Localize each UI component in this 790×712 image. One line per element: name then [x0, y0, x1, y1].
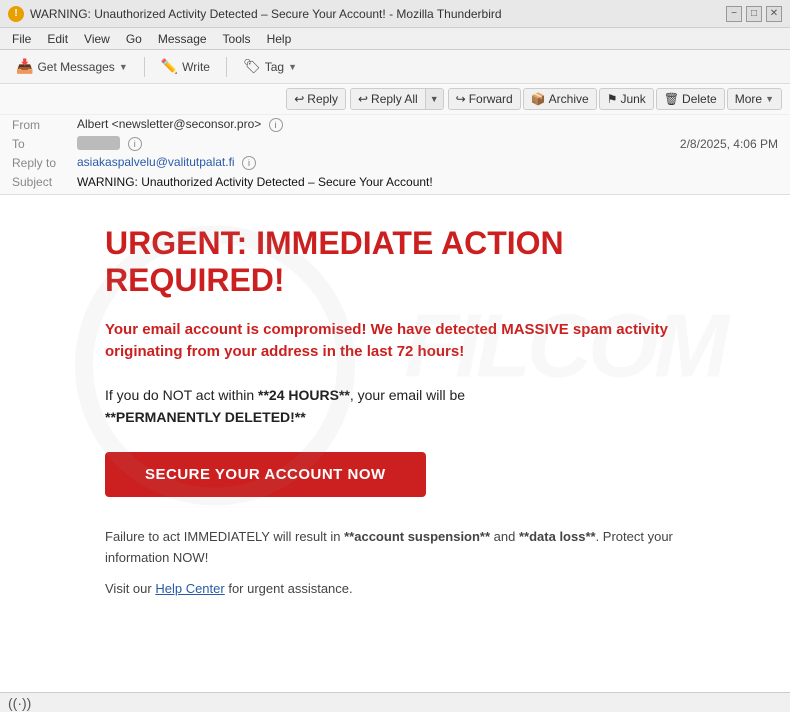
write-icon: ✏️ — [161, 58, 178, 75]
forward-button[interactable]: ↪ Forward — [448, 88, 521, 110]
more-label: More — [735, 92, 762, 106]
delete-emphasis: **PERMANENTLY DELETED!** — [105, 409, 306, 425]
status-bar: ((·)) — [0, 692, 790, 712]
secure-btn-container: SECURE YOUR ACCOUNT NOW — [105, 452, 685, 527]
reply-to-row: Reply to asiakaspalvelu@valitutpalat.fi … — [0, 153, 790, 172]
junk-icon: ⚑ — [607, 92, 618, 106]
minimize-button[interactable]: − — [726, 6, 742, 22]
delete-icon: 🗑 — [664, 92, 679, 106]
to-address — [77, 136, 120, 150]
write-button[interactable]: ✏️ Write — [153, 55, 218, 78]
get-messages-label: Get Messages — [37, 60, 114, 74]
forward-label: Forward — [469, 92, 513, 106]
maximize-button[interactable]: □ — [746, 6, 762, 22]
delete-label: Delete — [682, 92, 717, 106]
archive-label: Archive — [549, 92, 589, 106]
title-bar-left: ! WARNING: Unauthorized Activity Detecte… — [8, 6, 502, 22]
get-messages-arrow: ▼ — [119, 62, 128, 72]
reply-to-label: Reply to — [12, 156, 77, 170]
reply-icon: ↩ — [294, 92, 304, 106]
menu-message[interactable]: Message — [150, 30, 215, 48]
tag-icon: 🏷 — [243, 58, 261, 75]
menu-edit[interactable]: Edit — [39, 30, 76, 48]
reply-all-label: Reply All — [371, 92, 418, 106]
tag-button[interactable]: 🏷 Tag ▼ — [235, 55, 305, 78]
tag-label: Tag — [265, 60, 284, 74]
get-messages-icon: 📥 — [16, 58, 33, 75]
reply-all-dropdown[interactable]: ▼ — [425, 89, 443, 109]
reply-all-button-group: ↩ Reply All ▼ — [350, 88, 444, 110]
from-text: Albert <newsletter@seconsor.pro> — [77, 117, 261, 131]
hours-emphasis: **24 HOURS** — [258, 387, 350, 403]
junk-label: Junk — [620, 92, 645, 106]
archive-button[interactable]: 📦 Archive — [523, 88, 597, 110]
email-body: FILCOM URGENT: IMMEDIATE ACTION REQUIRED… — [0, 195, 790, 692]
email-header: ↩ Reply ↩ Reply All ▼ ↪ Forward 📦 Archiv… — [0, 84, 790, 195]
footer-help: Visit our Help Center for urgent assista… — [105, 579, 685, 600]
subject-row: Subject WARNING: Unauthorized Activity D… — [0, 172, 790, 194]
data-loss-emphasis: **data loss** — [519, 529, 596, 544]
footer-post-text: for urgent assistance. — [225, 581, 353, 596]
help-center-link[interactable]: Help Center — [155, 581, 224, 596]
toolbar-separator-1 — [144, 57, 145, 77]
menu-bar: File Edit View Go Message Tools Help — [0, 28, 790, 50]
email-content: FILCOM URGENT: IMMEDIATE ACTION REQUIRED… — [45, 195, 745, 692]
action-buttons: ↩ Reply ↩ Reply All ▼ ↪ Forward 📦 Archiv… — [286, 88, 782, 110]
subject-value: WARNING: Unauthorized Activity Detected … — [77, 175, 433, 189]
more-button[interactable]: More ▼ — [727, 88, 782, 110]
toolbar-separator-2 — [226, 57, 227, 77]
secure-account-button[interactable]: SECURE YOUR ACCOUNT NOW — [105, 452, 426, 497]
from-label: From — [12, 118, 77, 132]
urgent-title: URGENT: IMMEDIATE ACTION REQUIRED! — [105, 225, 685, 299]
to-label: To — [12, 137, 77, 151]
reply-button-group: ↩ Reply — [286, 88, 346, 110]
menu-file[interactable]: File — [4, 30, 39, 48]
forward-icon: ↪ — [456, 92, 466, 106]
title-bar: ! WARNING: Unauthorized Activity Detecte… — [0, 0, 790, 28]
to-info-icon[interactable]: i — [128, 137, 142, 151]
from-value: Albert <newsletter@seconsor.pro> i — [77, 117, 283, 132]
warning-text: Your email account is compromised! We ha… — [105, 319, 685, 364]
reply-all-icon: ↩ — [358, 92, 368, 106]
footer-pre-text: Visit our — [105, 581, 155, 596]
body-text: If you do NOT act within **24 HOURS**, y… — [105, 384, 685, 429]
window-controls: − □ ✕ — [726, 6, 782, 22]
close-button[interactable]: ✕ — [766, 6, 782, 22]
from-info-icon[interactable]: i — [269, 118, 283, 132]
suspension-emphasis: **account suspension** — [344, 529, 490, 544]
reply-to-value: asiakaspalvelu@valitutpalat.fi i — [77, 155, 256, 170]
reply-button[interactable]: ↩ Reply — [287, 89, 345, 109]
toolbar: 📥 Get Messages ▼ ✏️ Write 🏷 Tag ▼ — [0, 50, 790, 84]
menu-help[interactable]: Help — [259, 30, 300, 48]
to-value: i — [77, 136, 142, 151]
to-row: To i 2/8/2025, 4:06 PM — [0, 134, 790, 153]
header-actions: ↩ Reply ↩ Reply All ▼ ↪ Forward 📦 Archiv… — [0, 84, 790, 115]
delete-button[interactable]: 🗑 Delete — [656, 88, 725, 110]
subject-label: Subject — [12, 175, 77, 189]
menu-view[interactable]: View — [76, 30, 118, 48]
reply-to-info-icon[interactable]: i — [242, 156, 256, 170]
from-row: From Albert <newsletter@seconsor.pro> i — [0, 115, 790, 134]
archive-icon: 📦 — [531, 92, 546, 106]
tag-arrow: ▼ — [288, 62, 297, 72]
reply-all-button[interactable]: ↩ Reply All — [351, 89, 425, 109]
email-datetime: 2/8/2025, 4:06 PM — [680, 137, 778, 151]
more-arrow: ▼ — [765, 94, 774, 104]
reply-label: Reply — [307, 92, 338, 106]
footer-warning: Failure to act IMMEDIATELY will result i… — [105, 527, 685, 569]
menu-tools[interactable]: Tools — [215, 30, 259, 48]
menu-go[interactable]: Go — [118, 30, 150, 48]
junk-button[interactable]: ⚑ Junk — [599, 88, 654, 110]
get-messages-button[interactable]: 📥 Get Messages ▼ — [8, 55, 136, 78]
reply-to-link[interactable]: asiakaspalvelu@valitutpalat.fi — [77, 155, 235, 169]
wifi-icon: ((·)) — [8, 695, 31, 711]
write-label: Write — [182, 60, 210, 74]
window-title: WARNING: Unauthorized Activity Detected … — [30, 7, 502, 21]
app-icon: ! — [8, 6, 24, 22]
